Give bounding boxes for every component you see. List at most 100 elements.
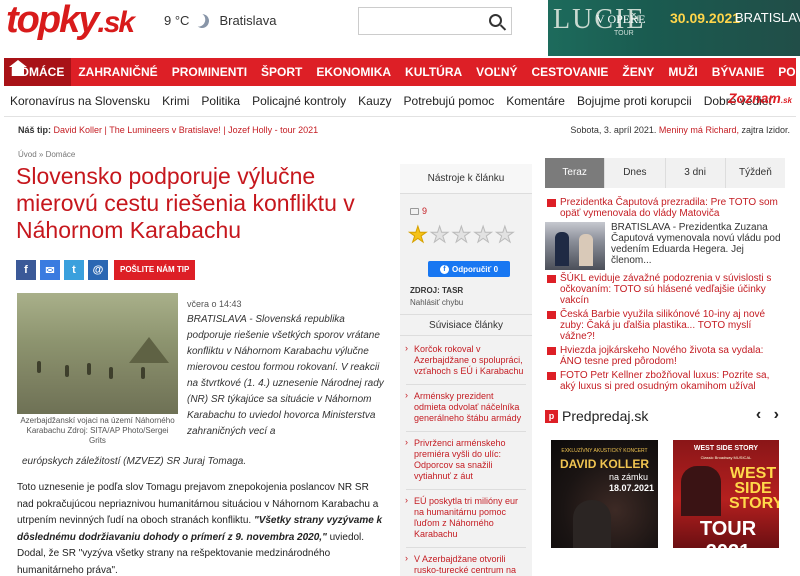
bullet-icon	[547, 311, 556, 319]
nav-item-ekonomika[interactable]: EKONOMIKA	[309, 58, 398, 86]
article-photo[interactable]	[17, 293, 178, 414]
tab-3-dni[interactable]: 3 dni	[664, 158, 725, 188]
facebook-recommend-button[interactable]: f Odporučiť 0	[428, 261, 510, 277]
related-article-link[interactable]: V Azerbajdžane otvorili rusko-turecké ce…	[400, 553, 532, 576]
article-tools: Nástroje k článku 9 ★ ★ ★ ★ ★ f Odporuči…	[400, 164, 532, 576]
nav-item-zahranicne[interactable]: ZAHRANIČNÉ	[71, 58, 164, 86]
ad-tour: TOUR	[614, 30, 634, 37]
article-lead-tail: európskych záležitostí (MZVEZ) SR Juraj …	[22, 456, 247, 467]
poster-subtitle: Classic Broadway MUSICAL	[700, 455, 752, 460]
poster-title: WEST SIDE STORY	[693, 445, 759, 452]
tools-header: Nástroje k článku	[400, 164, 532, 194]
star-icon[interactable]: ★	[451, 223, 472, 246]
related-article-link[interactable]: Arménsky prezident odmieta odvolať náčel…	[400, 390, 532, 424]
nav-item-prominenti[interactable]: PROMINENTI	[165, 58, 254, 86]
tab-teraz[interactable]: Teraz	[545, 158, 605, 188]
site-logo[interactable]: topky.sk	[6, 0, 135, 43]
tab-tyzden[interactable]: Týždeň	[724, 158, 785, 188]
email-icon: @	[92, 264, 104, 276]
trending-item[interactable]: Hviezda jojkárskeho Nového života sa vyd…	[545, 345, 785, 367]
trending-item-title: Prezidentka Čaputová prezradila: Pre TOT…	[560, 197, 778, 219]
nav-item-muzi[interactable]: MUŽI	[661, 58, 704, 86]
soldier-figure	[109, 367, 113, 379]
carousel-arrows[interactable]: ‹ ›	[756, 406, 783, 424]
nameday-tomorrow: zajtra Izidor.	[741, 125, 790, 135]
twitter-icon: t	[72, 264, 76, 276]
soldier-figure	[141, 367, 145, 379]
person-figure	[579, 234, 593, 266]
related-article-link[interactable]: EÚ poskytla tri milióny eur na humanitár…	[400, 495, 532, 540]
search-input[interactable]	[358, 7, 512, 35]
tab-dnes[interactable]: Dnes	[604, 158, 665, 188]
email-share-button[interactable]: @	[88, 260, 108, 280]
report-error-link[interactable]: Nahlásiť chybu	[410, 298, 463, 307]
zoznam-logo[interactable]: Zoznam.sk	[728, 90, 792, 106]
messenger-icon: ✉	[45, 264, 55, 277]
star-icon[interactable]: ★	[494, 223, 515, 246]
related-header: Súvisiace články	[400, 314, 532, 336]
facebook-recommend-label: Odporučiť 0	[451, 264, 499, 274]
nav-item-pohodo[interactable]: POHODO	[771, 58, 800, 86]
article-title: Slovensko podporuje výlučne mierovú cest…	[16, 163, 355, 243]
ad-place: BRATISLAVA	[735, 10, 800, 25]
trending-item-title: ŠÚKL eviduje závažné podozrenia v súvisl…	[560, 273, 772, 306]
trending-item[interactable]: FOTO Petr Kellner zbožňoval luxus: Pozri…	[545, 370, 785, 392]
subnav-item-kauzy[interactable]: Kauzy	[358, 94, 391, 108]
nav-item-sport[interactable]: ŠPORT	[254, 58, 309, 86]
subnav-item-politika[interactable]: Politika	[201, 94, 240, 108]
subnav-item-potrebuju-pomoc[interactable]: Potrebujú pomoc	[404, 94, 495, 108]
nav-item-zeny[interactable]: ŽENY	[615, 58, 661, 86]
comment-icon	[410, 207, 419, 215]
divider	[406, 431, 526, 432]
artist-figure	[573, 500, 611, 548]
event-poster-west-side-story[interactable]: WEST SIDE STORY Classic Broadway MUSICAL…	[673, 440, 779, 548]
star-icon[interactable]: ★	[473, 223, 494, 246]
trending-item[interactable]: Česká Barbie využila silikónové 10-iny a…	[545, 309, 785, 342]
twitter-share-button[interactable]: t	[64, 260, 84, 280]
send-tip-button[interactable]: POŠLITE NÁM TIP	[114, 260, 196, 280]
star-icon[interactable]: ★	[429, 223, 450, 246]
predpredaj-title[interactable]: Predpredaj.sk	[562, 408, 648, 424]
subnav-item-komentare[interactable]: Komentáre	[506, 94, 565, 108]
star-icon[interactable]: ★	[408, 223, 429, 246]
date-line: Sobota, 3. apríl 2021. Meniny má Richard…	[570, 125, 790, 135]
nav-item-byvanie[interactable]: BÝVANIE	[705, 58, 771, 86]
nav-item-kultura[interactable]: KULTÚRA	[398, 58, 469, 86]
ad-banner[interactable]: LUCIE V OPEŘE TOUR 30.09.2021 BRATISLAVA	[548, 0, 800, 56]
subnav-item-koronavirus[interactable]: Koronavírus na Slovensku	[10, 94, 150, 108]
comments-link[interactable]: 9	[410, 206, 427, 216]
breadcrumb[interactable]: Úvod » Domáce	[18, 150, 75, 159]
facebook-icon: f	[24, 264, 28, 276]
trending-list: Prezidentka Čaputová prezradila: Pre TOT…	[545, 197, 785, 395]
subnav-item-policajne-kontroly[interactable]: Policajné kontroly	[252, 94, 346, 108]
tips-links[interactable]: David Koller | The Lumineers v Bratislav…	[54, 125, 319, 135]
trending-featured[interactable]: BRATISLAVA - Prezidentka Zuzana Čaputová…	[545, 222, 785, 270]
article-lead-block: včera o 14:43 BRATISLAVA - Slovenská rep…	[187, 296, 387, 440]
search-icon[interactable]	[489, 14, 502, 27]
related-article-link[interactable]: Korčok rokoval v Azerbajdžane o spoluprá…	[400, 343, 532, 377]
trending-thumbnail[interactable]	[545, 222, 605, 270]
divider	[406, 489, 526, 490]
bullet-icon	[547, 347, 556, 355]
messenger-share-button[interactable]: ✉	[40, 260, 60, 280]
weather-temperature: 9 °C	[164, 13, 190, 28]
weather-widget[interactable]: 9 °C Bratislava	[164, 13, 277, 28]
dancers-figure	[681, 466, 721, 516]
main-nav: DOMÁCE ZAHRANIČNÉ PROMINENTI ŠPORT EKONO…	[4, 58, 800, 107]
predpredaj-logo-icon[interactable]: p	[545, 409, 558, 423]
nameday-link[interactable]: Meniny má Richard,	[659, 125, 739, 135]
tent-shape	[129, 337, 169, 363]
ad-subtitle: V OPEŘE	[596, 12, 646, 26]
subnav-item-krimi[interactable]: Krimi	[162, 94, 189, 108]
nav-item-cestovanie[interactable]: CESTOVANIE	[525, 58, 616, 86]
trending-item[interactable]: Prezidentka Čaputová prezradila: Pre TOT…	[545, 197, 785, 219]
subnav-item-bojujme-proti-korupcii[interactable]: Bojujme proti korupcii	[577, 94, 692, 108]
poster-date: 18.07.2021	[609, 483, 655, 493]
nav-item-volny-cas[interactable]: VOĽNÝ ČAS	[469, 58, 524, 107]
facebook-share-button[interactable]: f	[16, 260, 36, 280]
trending-featured-text: BRATISLAVA - Prezidentka Zuzana Čaputová…	[611, 222, 781, 266]
photo-caption: Azerbajdžanskí vojaci na území Náhorného…	[20, 416, 175, 445]
event-poster-david-koller[interactable]: EXKLUZÍVNY AKUSTICKÝ KONCERT DAVID KOLLE…	[551, 440, 658, 548]
related-article-link[interactable]: Privrženci arménskeho premiéra vyšli do …	[400, 437, 532, 482]
trending-item[interactable]: ŠÚKL eviduje závažné podozrenia v súvisl…	[545, 273, 785, 306]
